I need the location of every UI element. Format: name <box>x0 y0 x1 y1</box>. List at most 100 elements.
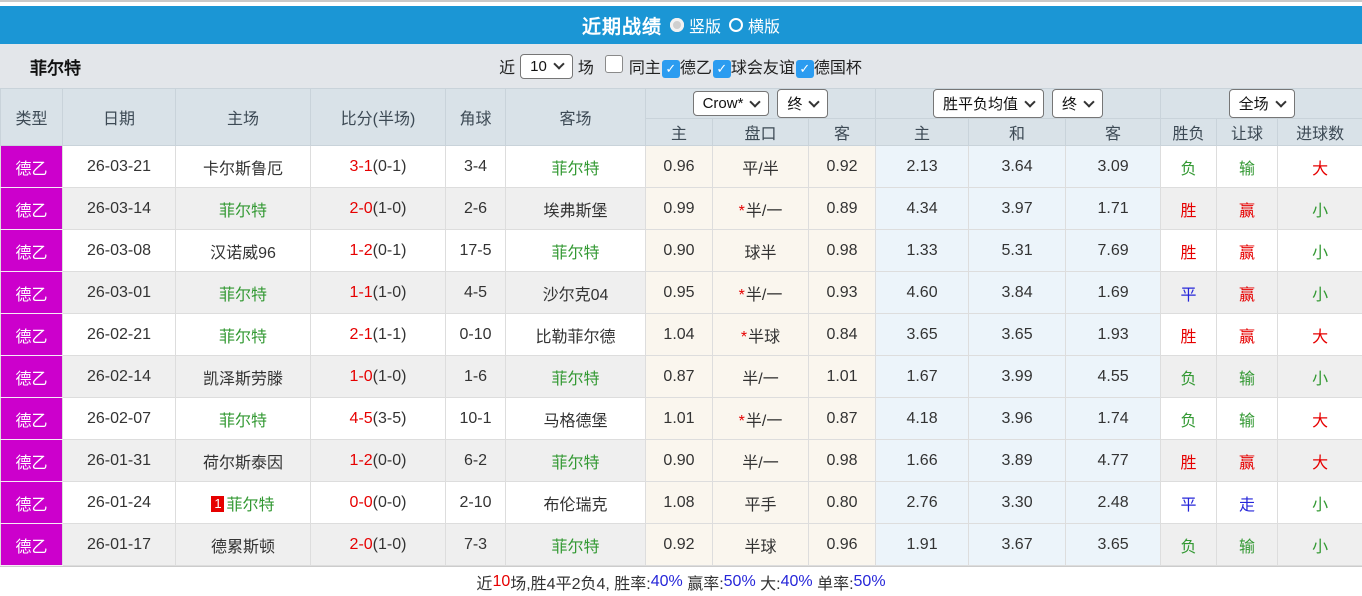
team-title: 菲尔特 <box>30 58 81 78</box>
handicap-result-cell: 输 <box>1216 145 1279 188</box>
summary-segment: 50% <box>723 573 756 590</box>
team-name[interactable]: 菲尔特 <box>219 413 267 430</box>
result-text: 胜 <box>1180 454 1197 472</box>
result-cell: 胜 <box>1160 187 1218 230</box>
team-name[interactable]: 凯泽斯劳滕 <box>203 371 283 388</box>
team-name[interactable]: 沙尔克04 <box>543 287 609 304</box>
avg-draw-cell: 3.97 <box>968 187 1067 230</box>
full-score: 3-1 <box>349 157 373 175</box>
avg-type-select[interactable]: 胜平负均值 <box>933 89 1045 118</box>
result-text: 平 <box>1180 286 1197 304</box>
checkbox-checked-icon[interactable]: ✓ <box>661 60 680 78</box>
corners-cell: 4-5 <box>445 271 506 314</box>
result-text: 输 <box>1239 412 1256 430</box>
goals-result-cell: 小 <box>1277 229 1362 272</box>
checkbox-label[interactable]: 同主 <box>629 60 661 77</box>
team-name[interactable]: 菲尔特 <box>219 329 267 346</box>
avg-home-cell: 4.60 <box>875 271 970 314</box>
match-count-value: 10 <box>530 57 547 75</box>
result-text: 输 <box>1239 538 1256 556</box>
home-team-cell: 卡尔斯鲁厄 <box>175 145 311 188</box>
handicap-cell: 平/半 <box>712 145 809 188</box>
handicap-result-cell: 赢 <box>1216 313 1279 356</box>
table-row: 德乙 26-03-01 菲尔特 1-1(1-0) 4-5 沙尔克04 0.95 *半/一 0.9… <box>0 271 1362 314</box>
radio-unselected-icon[interactable] <box>729 18 743 32</box>
checkbox-checked-icon[interactable]: ✓ <box>795 60 814 78</box>
team-name[interactable]: 菲尔特 <box>219 203 267 220</box>
team-name[interactable]: 菲尔特 <box>551 371 599 388</box>
team-name[interactable]: 德累斯顿 <box>211 539 275 556</box>
half-score: (0-1) <box>372 241 407 259</box>
odds-home-cell: 0.90 <box>645 439 713 482</box>
handicap-cell: 平手 <box>712 481 809 524</box>
odds-away-cell: 0.80 <box>807 481 877 524</box>
result-text: 赢 <box>1239 328 1256 346</box>
odds-away-cell: 0.98 <box>807 229 877 272</box>
home-team-cell: 凯泽斯劳滕 <box>175 355 311 398</box>
avg-home-cell: 2.76 <box>875 481 970 524</box>
odds-away-cell: 0.98 <box>807 439 877 482</box>
layout-vertical-option[interactable]: 竖版 <box>669 13 721 37</box>
home-team-cell: 汉诺威96 <box>175 229 311 272</box>
radio-vertical-label: 竖版 <box>688 19 721 36</box>
checkbox-unchecked-icon[interactable] <box>604 55 623 73</box>
checkbox-label[interactable]: 球会友谊 <box>731 60 795 77</box>
league-type-cell: 德乙 <box>0 523 63 566</box>
date-cell: 26-01-24 <box>62 481 176 524</box>
team-name[interactable]: 埃弗斯堡 <box>543 203 607 220</box>
away-team-cell: 菲尔特 <box>505 355 646 398</box>
avg-draw-cell: 3.30 <box>968 481 1067 524</box>
avg-away-cell: 7.69 <box>1065 229 1162 272</box>
team-name[interactable]: 菲尔特 <box>551 539 599 556</box>
scope-select[interactable]: 全场 <box>1228 89 1295 118</box>
corners-cell: 2-10 <box>445 481 506 524</box>
summary-segment: 单率: <box>812 576 854 593</box>
team-name[interactable]: 菲尔特 <box>551 245 599 262</box>
home-team-cell: 菲尔特 <box>175 271 311 314</box>
team-name[interactable]: 菲尔特 <box>551 161 599 178</box>
home-team-cell: 德累斯顿 <box>175 523 311 566</box>
rank-badge: 1 <box>211 495 225 512</box>
team-name[interactable]: 马格德堡 <box>543 413 607 430</box>
odds-company-select[interactable]: Crow* <box>692 91 770 116</box>
odds-company-value: Crow* <box>702 95 744 112</box>
team-name[interactable]: 菲尔特 <box>219 287 267 304</box>
result-text: 负 <box>1180 160 1197 178</box>
goals-result-cell: 小 <box>1277 187 1362 230</box>
odds-away-cell: 0.92 <box>807 145 877 188</box>
checkbox-label[interactable]: 德乙 <box>680 60 712 77</box>
corners-cell: 3-4 <box>445 145 506 188</box>
team-name[interactable]: 汉诺威96 <box>210 245 276 262</box>
odds-time-select[interactable]: 终 <box>777 89 829 118</box>
result-text: 大 <box>1312 160 1329 178</box>
near-label: 近 <box>499 60 516 77</box>
table-row: 德乙 26-03-21 卡尔斯鲁厄 3-1(0-1) 3-4 菲尔特 0.96 平/半 0.92… <box>0 145 1362 188</box>
result-text: 小 <box>1312 244 1329 262</box>
team-name[interactable]: 荷尔斯泰因 <box>203 455 283 472</box>
avg-draw-cell: 3.84 <box>968 271 1067 314</box>
home-team-cell: 1 菲尔特 <box>175 481 311 524</box>
avg-home-cell: 2.13 <box>875 145 970 188</box>
table-row: 德乙 26-03-14 菲尔特 2-0(1-0) 2-6 埃弗斯堡 0.99 *半/一 0.89… <box>0 187 1362 230</box>
result-cell: 平 <box>1160 481 1218 524</box>
team-name[interactable]: 菲尔特 <box>226 497 274 514</box>
results-table: 类型 日期 主场 比分(半场) 角球 客场 Crow* 终 胜平负均值 终 全场… <box>0 88 1362 566</box>
odds-away-cell: 0.93 <box>807 271 877 314</box>
radio-selected-icon[interactable] <box>669 18 684 32</box>
avg-time-select[interactable]: 终 <box>1052 89 1104 118</box>
team-name[interactable]: 比勒菲尔德 <box>535 329 615 346</box>
team-name[interactable]: 卡尔斯鲁厄 <box>203 161 283 178</box>
half-score: (1-0) <box>372 199 407 217</box>
handicap-result-cell: 赢 <box>1216 439 1279 482</box>
sub-col-header: 进球数 <box>1277 118 1362 146</box>
table-row: 德乙 26-01-24 1 菲尔特 0-0(0-0) 2-10 布伦瑞克 1.08 平手 0.80… <box>0 481 1362 524</box>
checkbox-label[interactable]: 德国杯 <box>814 60 862 77</box>
score-cell: 1-2(0-1) <box>310 229 446 272</box>
checkbox-checked-icon[interactable]: ✓ <box>712 60 731 78</box>
league-type-cell: 德乙 <box>0 187 63 230</box>
team-name[interactable]: 布伦瑞克 <box>543 497 607 514</box>
match-count-select[interactable]: 10 <box>520 53 573 79</box>
layout-horizontal-option[interactable]: 横版 <box>729 13 780 37</box>
team-name[interactable]: 菲尔特 <box>551 455 599 472</box>
result-text: 赢 <box>1239 244 1256 262</box>
